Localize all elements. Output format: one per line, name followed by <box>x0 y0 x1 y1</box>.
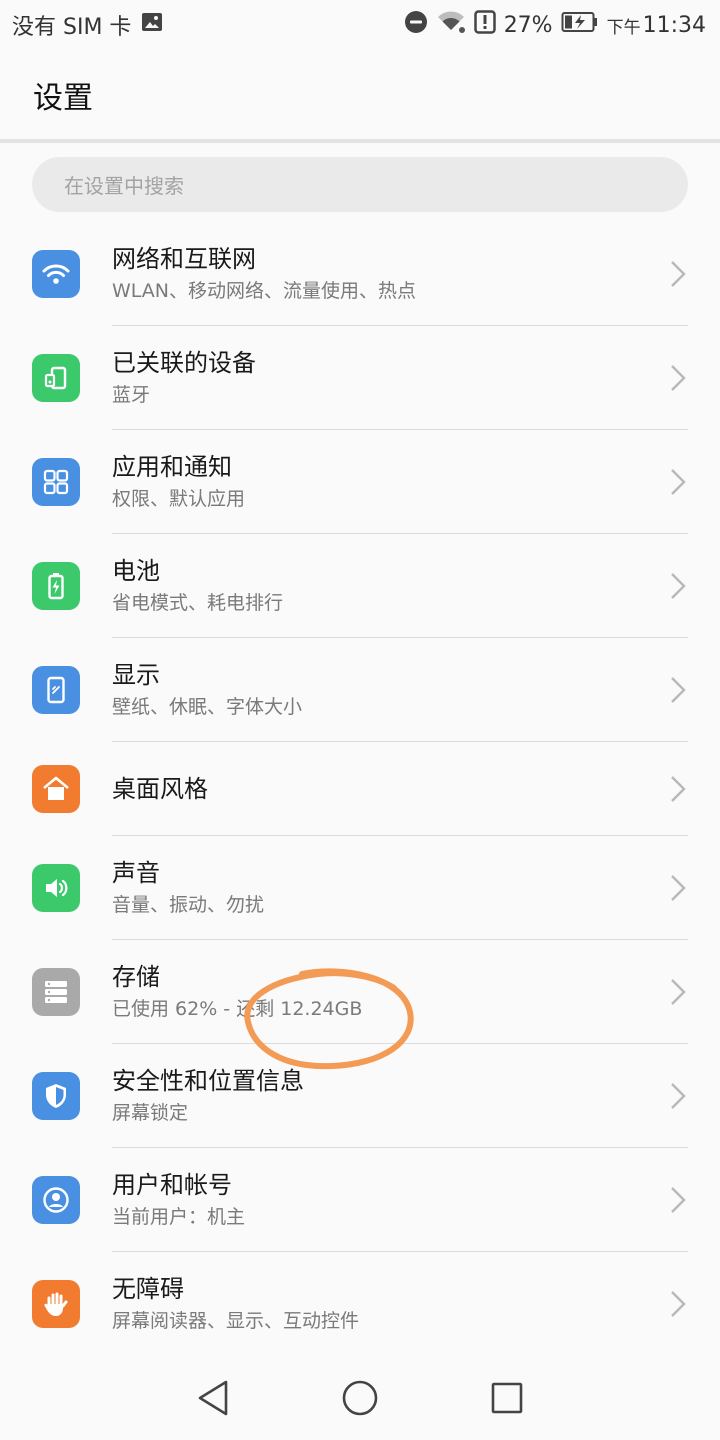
search-placeholder: 在设置中搜索 <box>64 174 184 198</box>
settings-item-network[interactable]: 网络和互联网 WLAN、移动网络、流量使用、热点 <box>0 222 720 326</box>
item-title: 桌面风格 <box>112 775 208 803</box>
item-subtitle: 屏幕阅读器、显示、互动控件 <box>112 1310 360 1332</box>
item-subtitle: 音量、振动、勿扰 <box>112 894 265 916</box>
item-title: 存储 <box>112 963 160 991</box>
settings-item-security[interactable]: 安全性和位置信息 屏幕锁定 <box>0 1044 720 1148</box>
item-title: 无障碍 <box>112 1275 184 1303</box>
alert-icon <box>473 10 496 40</box>
chevron-right-icon <box>671 875 686 901</box>
devices-icon <box>32 354 80 402</box>
item-subtitle: 已使用 62% - 还剩 12.24GB <box>112 998 363 1020</box>
settings-item-home-style[interactable]: 桌面风格 <box>0 742 720 836</box>
item-title: 安全性和位置信息 <box>112 1067 304 1095</box>
item-title: 应用和通知 <box>112 453 232 481</box>
header-divider <box>0 139 720 143</box>
item-subtitle: WLAN、移动网络、流量使用、热点 <box>112 280 417 302</box>
recents-icon <box>491 1382 522 1414</box>
item-title: 已关联的设备 <box>112 349 256 377</box>
chevron-right-icon <box>671 776 686 802</box>
navigation-bar <box>0 1356 720 1440</box>
item-title: 显示 <box>112 661 160 689</box>
settings-item-storage[interactable]: 存储 已使用 62% - 还剩 12.24GB <box>0 940 720 1044</box>
settings-screen: 没有 SIM 卡 27% 下午 11:34 设置 在设置中搜索 网络和互联网 W… <box>0 0 720 1440</box>
settings-item-battery[interactable]: 电池 省电模式、耗电排行 <box>0 534 720 638</box>
chevron-right-icon <box>671 261 686 287</box>
hand-icon <box>32 1280 80 1328</box>
settings-item-sound[interactable]: 声音 音量、振动、勿扰 <box>0 836 720 940</box>
item-subtitle: 蓝牙 <box>112 384 151 406</box>
settings-item-display[interactable]: 显示 壁纸、休眠、字体大小 <box>0 638 720 742</box>
item-subtitle: 当前用户：机主 <box>112 1206 246 1228</box>
chevron-right-icon <box>671 1291 686 1317</box>
chevron-right-icon <box>671 365 686 391</box>
chevron-right-icon <box>671 1187 686 1213</box>
chevron-right-icon <box>671 469 686 495</box>
item-subtitle: 屏幕锁定 <box>112 1102 189 1124</box>
status-bar: 没有 SIM 卡 27% 下午 11:34 <box>0 0 720 50</box>
wifi-icon <box>436 10 466 40</box>
item-subtitle: 壁纸、休眠、字体大小 <box>112 696 303 718</box>
wifi-icon <box>32 250 80 298</box>
item-title: 用户和帐号 <box>112 1171 232 1199</box>
user-icon <box>32 1176 80 1224</box>
back-icon <box>199 1380 228 1416</box>
settings-item-users[interactable]: 用户和帐号 当前用户：机主 <box>0 1148 720 1252</box>
display-icon <box>32 666 80 714</box>
battery-icon <box>32 562 80 610</box>
page-title: 设置 <box>33 81 93 116</box>
item-title: 声音 <box>112 859 160 887</box>
chevron-right-icon <box>671 1083 686 1109</box>
settings-item-apps[interactable]: 应用和通知 权限、默认应用 <box>0 430 720 534</box>
item-title: 网络和互联网 <box>112 245 256 273</box>
back-button[interactable] <box>191 1376 235 1420</box>
battery-charging-icon <box>561 11 599 39</box>
settings-item-connected-devices[interactable]: 已关联的设备 蓝牙 <box>0 326 720 430</box>
dnd-icon <box>404 10 428 40</box>
recents-button[interactable] <box>485 1376 529 1420</box>
battery-percent: 27% <box>503 12 553 38</box>
settings-list: 网络和互联网 WLAN、移动网络、流量使用、热点 已关联的设备 蓝牙 应用和通知… <box>0 222 720 1356</box>
chevron-right-icon <box>671 573 686 599</box>
item-subtitle: 省电模式、耗电排行 <box>112 592 284 614</box>
home-icon <box>32 765 80 813</box>
home-button[interactable] <box>338 1376 382 1420</box>
chevron-right-icon <box>671 677 686 703</box>
home-circle-icon <box>342 1380 378 1416</box>
item-subtitle: 权限、默认应用 <box>112 488 246 510</box>
storage-icon <box>32 968 80 1016</box>
image-icon <box>141 11 163 39</box>
time-prefix: 下午 <box>606 17 641 38</box>
item-title: 电池 <box>112 557 160 585</box>
search-input[interactable]: 在设置中搜索 <box>32 157 688 212</box>
carrier-text: 没有 SIM 卡 <box>12 15 132 40</box>
settings-item-accessibility[interactable]: 无障碍 屏幕阅读器、显示、互动控件 <box>0 1252 720 1356</box>
apps-grid-icon <box>32 458 80 506</box>
shield-icon <box>32 1072 80 1120</box>
speaker-icon <box>32 864 80 912</box>
chevron-right-icon <box>671 979 686 1005</box>
status-time: 11:34 <box>642 12 706 38</box>
